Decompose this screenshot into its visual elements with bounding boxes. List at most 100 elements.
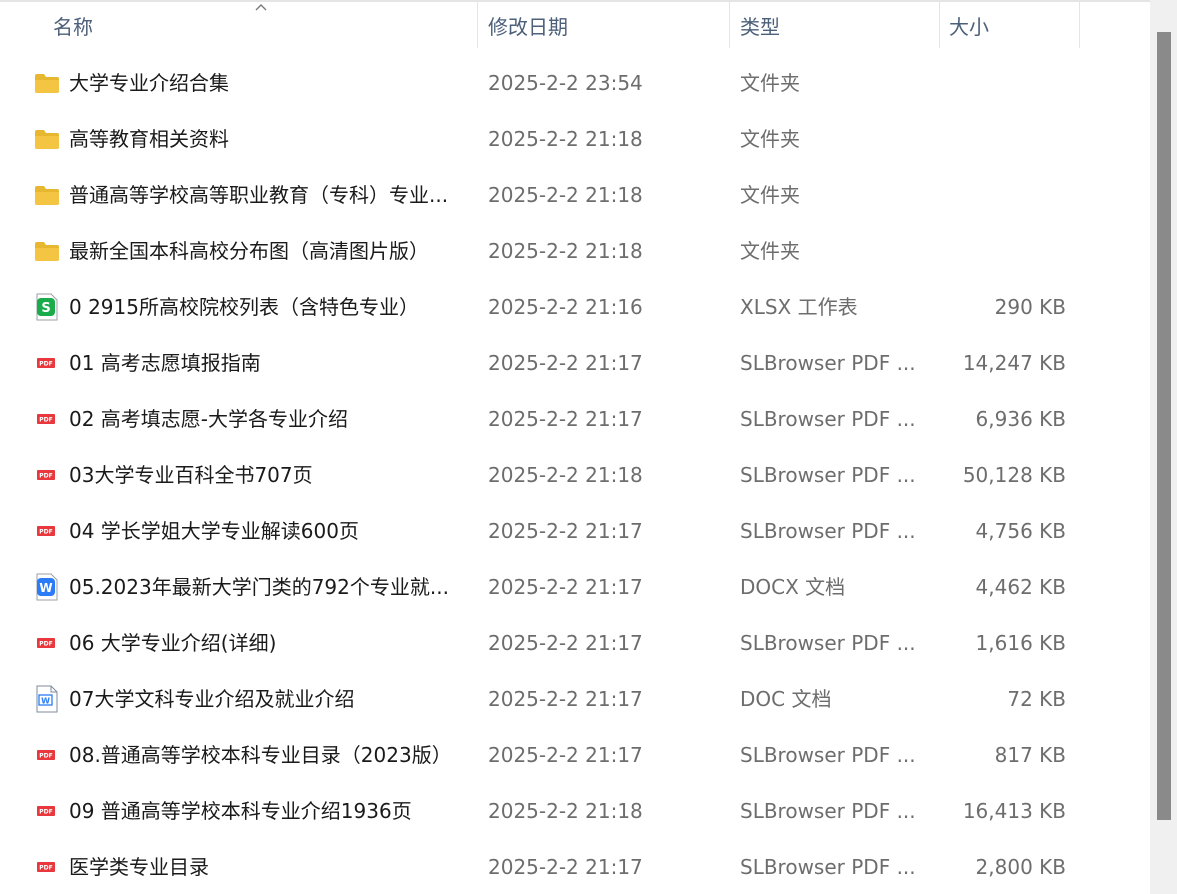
- pdf-icon: PDF: [33, 797, 61, 825]
- docx-icon: W: [33, 573, 61, 601]
- file-row[interactable]: PDF 02 高考填志愿-大学各专业介绍 2025-2-2 21:17 SLBrows…: [0, 391, 1150, 447]
- file-modified-date: 2025-2-2 21:17: [488, 407, 643, 431]
- pdf-icon: PDF: [33, 741, 61, 769]
- scroll-thumb[interactable]: [1157, 32, 1171, 820]
- file-size: 817 KB: [994, 743, 1066, 767]
- file-row[interactable]: W 07大学文科专业介绍及就业介绍 2025-2-2 21:17 DOC 文档 72 K…: [0, 671, 1150, 727]
- file-explorer-window: 名称 修改日期 类型 大小 大学专业介绍合集 2025-2-2 23:54 文件夹高…: [0, 0, 1177, 894]
- file-size: 4,756 KB: [975, 519, 1066, 543]
- svg-text:PDF: PDF: [39, 641, 52, 648]
- svg-text:S: S: [41, 301, 50, 316]
- file-name: 05.2023年最新大学门类的792个专业就...: [69, 575, 449, 599]
- pdf-icon: PDF: [33, 853, 61, 881]
- file-size: 6,936 KB: [975, 407, 1066, 431]
- file-name: 02 高考填志愿-大学各专业介绍: [69, 407, 349, 431]
- svg-text:PDF: PDF: [39, 529, 52, 536]
- file-type: SLBrowser PDF ...: [740, 519, 916, 543]
- pdf-icon: PDF: [33, 461, 61, 489]
- file-row[interactable]: PDF 医学类专业目录 2025-2-2 21:17 SLBrowser PDF ..…: [0, 839, 1150, 894]
- file-name: 07大学文科专业介绍及就业介绍: [69, 687, 355, 711]
- file-row[interactable]: 最新全国本科高校分布图（高清图片版） 2025-2-2 21:18 文件夹: [0, 223, 1150, 279]
- file-list: 大学专业介绍合集 2025-2-2 23:54 文件夹 高等教育相关资料 2025-2-…: [0, 55, 1150, 894]
- svg-text:PDF: PDF: [39, 361, 52, 368]
- file-row[interactable]: PDF 06 大学专业介绍(详细) 2025-2-2 21:17 SLBrowser …: [0, 615, 1150, 671]
- file-name: 09 普通高等学校本科专业介绍1936页: [69, 799, 412, 823]
- file-type: XLSX 工作表: [740, 295, 858, 319]
- file-size: 72 KB: [1007, 687, 1066, 711]
- column-divider[interactable]: [1079, 2, 1080, 48]
- xlsx-icon: S: [33, 293, 61, 321]
- file-size: 2,800 KB: [975, 855, 1066, 879]
- column-header-name[interactable]: 名称: [53, 2, 477, 48]
- file-size: 1,616 KB: [975, 631, 1066, 655]
- doc-icon: W: [33, 685, 61, 713]
- file-row[interactable]: 大学专业介绍合集 2025-2-2 23:54 文件夹: [0, 55, 1150, 111]
- svg-text:PDF: PDF: [39, 473, 52, 480]
- file-row[interactable]: PDF 03大学专业百科全书707页 2025-2-2 21:18 SLBrowser…: [0, 447, 1150, 503]
- file-modified-date: 2025-2-2 21:17: [488, 855, 643, 879]
- svg-text:W: W: [41, 697, 50, 706]
- file-row[interactable]: PDF 04 学长学姐大学专业解读600页 2025-2-2 21:17 SLBrow…: [0, 503, 1150, 559]
- file-name: 高等教育相关资料: [69, 127, 229, 151]
- column-divider[interactable]: [939, 2, 940, 48]
- vertical-scrollbar[interactable]: [1150, 0, 1177, 894]
- file-row[interactable]: W 05.2023年最新大学门类的792个专业就... 2025-2-2 21:17…: [0, 559, 1150, 615]
- file-modified-date: 2025-2-2 21:18: [488, 463, 643, 487]
- file-size: 50,128 KB: [962, 463, 1066, 487]
- file-type: DOCX 文档: [740, 575, 846, 599]
- file-modified-date: 2025-2-2 23:54: [488, 71, 643, 95]
- file-name: 0 2915所高校院校列表（含特色专业）: [69, 295, 419, 319]
- file-name: 医学类专业目录: [69, 855, 209, 879]
- file-size: 14,247 KB: [962, 351, 1066, 375]
- column-header-size[interactable]: 大小: [949, 2, 1079, 48]
- file-modified-date: 2025-2-2 21:17: [488, 631, 643, 655]
- file-type: SLBrowser PDF ...: [740, 855, 916, 879]
- column-header-bar: 名称 修改日期 类型 大小: [0, 2, 1150, 48]
- column-divider[interactable]: [729, 2, 730, 48]
- file-name: 04 学长学姐大学专业解读600页: [69, 519, 359, 543]
- file-row[interactable]: 高等教育相关资料 2025-2-2 21:18 文件夹: [0, 111, 1150, 167]
- svg-text:PDF: PDF: [39, 865, 52, 872]
- file-type: SLBrowser PDF ...: [740, 743, 916, 767]
- folder-icon: [33, 125, 61, 153]
- file-modified-date: 2025-2-2 21:18: [488, 799, 643, 823]
- column-header-type[interactable]: 类型: [740, 2, 938, 48]
- file-modified-date: 2025-2-2 21:17: [488, 519, 643, 543]
- svg-text:PDF: PDF: [39, 809, 52, 816]
- file-size: 16,413 KB: [962, 799, 1066, 823]
- file-modified-date: 2025-2-2 21:16: [488, 295, 643, 319]
- file-modified-date: 2025-2-2 21:17: [488, 575, 643, 599]
- scroll-up-area[interactable]: [1150, 0, 1177, 30]
- pdf-icon: PDF: [33, 629, 61, 657]
- file-row[interactable]: 普通高等学校高等职业教育（专科）专业... 2025-2-2 21:18 文件夹: [0, 167, 1150, 223]
- svg-text:PDF: PDF: [39, 753, 52, 760]
- pdf-icon: PDF: [33, 517, 61, 545]
- file-name: 03大学专业百科全书707页: [69, 463, 313, 487]
- file-modified-date: 2025-2-2 21:17: [488, 351, 643, 375]
- folder-icon: [33, 69, 61, 97]
- file-type: DOC 文档: [740, 687, 832, 711]
- column-header-date[interactable]: 修改日期: [488, 2, 728, 48]
- file-type: SLBrowser PDF ...: [740, 799, 916, 823]
- file-name: 大学专业介绍合集: [69, 71, 229, 95]
- column-divider[interactable]: [477, 2, 478, 48]
- file-modified-date: 2025-2-2 21:17: [488, 687, 643, 711]
- pdf-icon: PDF: [33, 349, 61, 377]
- file-size: 290 KB: [994, 295, 1066, 319]
- svg-text:W: W: [39, 581, 52, 595]
- file-row[interactable]: PDF 08.普通高等学校本科专业目录（2023版） 2025-2-2 21:17 S…: [0, 727, 1150, 783]
- folder-icon: [33, 237, 61, 265]
- pdf-icon: PDF: [33, 405, 61, 433]
- file-type: SLBrowser PDF ...: [740, 463, 916, 487]
- file-row[interactable]: PDF 01 高考志愿填报指南 2025-2-2 21:17 SLBrowser PD…: [0, 335, 1150, 391]
- file-modified-date: 2025-2-2 21:18: [488, 239, 643, 263]
- file-modified-date: 2025-2-2 21:17: [488, 743, 643, 767]
- file-name: 08.普通高等学校本科专业目录（2023版）: [69, 743, 452, 767]
- folder-icon: [33, 181, 61, 209]
- file-size: 4,462 KB: [975, 575, 1066, 599]
- file-row[interactable]: PDF 09 普通高等学校本科专业介绍1936页 2025-2-2 21:18 SLB…: [0, 783, 1150, 839]
- file-name: 01 高考志愿填报指南: [69, 351, 261, 375]
- file-name: 最新全国本科高校分布图（高清图片版）: [69, 239, 429, 263]
- file-name: 普通高等学校高等职业教育（专科）专业...: [69, 183, 449, 207]
- file-row[interactable]: S 0 2915所高校院校列表（含特色专业） 2025-2-2 21:16 XLSX …: [0, 279, 1150, 335]
